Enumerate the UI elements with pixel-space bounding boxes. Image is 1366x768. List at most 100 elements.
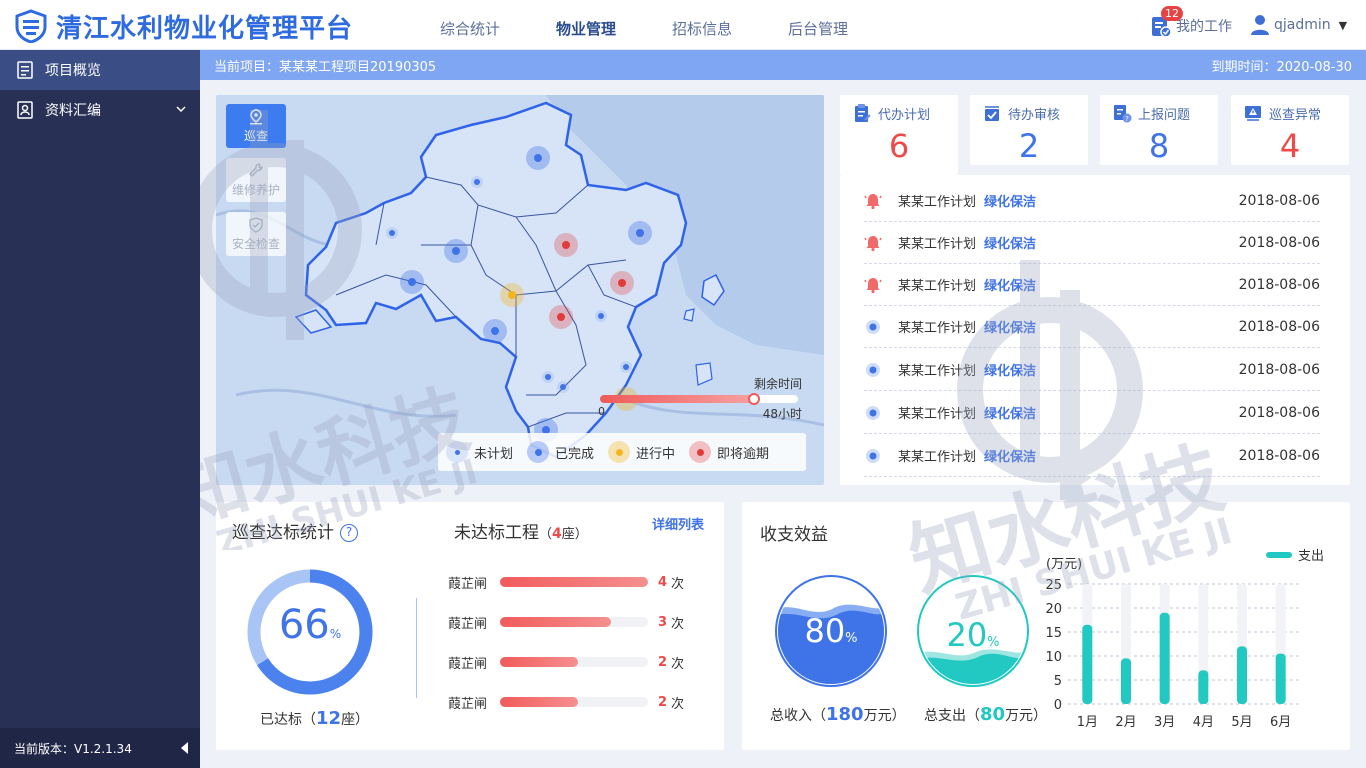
task-row[interactable]: 某某工作计划 绿化保洁 2018-08-06 (864, 264, 1320, 306)
stat-card-pending-review[interactable]: 待办审核 2 (970, 95, 1088, 165)
legend-item-completed: 已完成 (527, 441, 594, 463)
income-label-prefix: 总收入（ (770, 708, 826, 724)
task-row[interactable]: 某某工作计划 绿化保洁 2018-08-06 (864, 306, 1320, 348)
detail-list-link[interactable]: 详细列表 (652, 514, 704, 533)
task-tag: 绿化保洁 (984, 450, 1037, 465)
status-dot-icon (864, 361, 882, 379)
map-tool-label: 安全检查 (231, 236, 280, 251)
user-menu[interactable]: qjadmin ▼ (1250, 14, 1347, 36)
expense-bar-chart: (万元) 支出 25 20 15 10 5 0 1月 2月 3月 4月 5月 6月 (1045, 549, 1324, 730)
map-tool-group: 巡查 维修养护 安全检查 (226, 104, 286, 266)
user-menu-caret-icon: ▼ (1338, 18, 1348, 32)
income-total: 总收入（180万元） (770, 704, 906, 725)
sidebar: 项目概览 资料汇编 当前版本：V1.2.1.34 (0, 50, 200, 768)
task-name: 某某工作计划 (898, 237, 977, 252)
x-tick-label: 5月 (1231, 715, 1252, 730)
nav-bidding-info[interactable]: 招标信息 (672, 18, 732, 39)
remaining-time-knob[interactable] (748, 393, 761, 405)
bar-count: 4 (658, 574, 668, 590)
status-dot-icon (864, 447, 882, 465)
map-tool-label: 维修养护 (231, 182, 280, 197)
stat-card-patrol-anomalies[interactable]: 巡查异常 4 (1231, 95, 1349, 165)
sidebar-item-document-compilation[interactable]: 资料汇编 (0, 90, 200, 130)
task-name: 某某工作计划 (898, 321, 977, 336)
income-percent-unit: % (845, 631, 858, 646)
unreached-title-text: 未达标工程 (454, 523, 539, 543)
finance-title: 收支效益 (760, 525, 828, 545)
region-map[interactable] (216, 95, 824, 485)
unreached-bar-row: 葭芷闸 2 次 (448, 652, 698, 672)
remaining-time-start: 0 (598, 405, 605, 418)
map-tool-safety-check[interactable]: 安全检查 (226, 212, 286, 256)
stat-value: 2 (1018, 127, 1040, 165)
x-tick-label: 3月 (1154, 715, 1175, 730)
my-work-label: 我的工作 (1176, 19, 1232, 35)
task-row[interactable]: 某某工作计划 绿化保洁 2018-08-06 (864, 180, 1320, 222)
reached-prefix: 已达标（ (260, 712, 316, 728)
unreached-count: 4 (552, 526, 562, 542)
task-name: 某某工作计划 (898, 279, 977, 294)
remaining-time-slider[interactable]: 剩余时间 0 48小时 (596, 373, 816, 423)
shield-icon (249, 216, 263, 233)
patrol-stats-title-text: 巡查达标统计 (232, 523, 334, 543)
stat-value: 8 (1148, 127, 1170, 165)
task-row[interactable]: 某某工作计划 绿化保洁 2018-08-06 (864, 222, 1320, 264)
alarm-bell-icon (864, 234, 882, 252)
collapse-sidebar-arrow-icon[interactable] (181, 742, 188, 754)
nav-backend-management[interactable]: 后台管理 (788, 18, 848, 39)
legend-label: 未计划 (474, 446, 514, 462)
map-tool-patrol[interactable]: 巡查 (226, 104, 286, 148)
expense-percent: 20% (916, 616, 1030, 654)
reached-count-value: 12 (316, 708, 342, 729)
task-tag: 绿化保洁 (984, 407, 1037, 422)
bar-track (500, 577, 648, 587)
main-nav: 综合统计 物业管理 招标信息 后台管理 (440, 18, 904, 39)
current-project: 当前项目：某某某工程项目20190305 (214, 59, 437, 75)
task-date: 2018-08-06 (1238, 361, 1320, 378)
bar-label: 葭芷闸 (448, 656, 488, 672)
stat-card-pending-plans[interactable]: 代办计划 6 (840, 95, 958, 175)
chevron-down-icon (176, 106, 186, 113)
task-date: 2018-08-06 (1238, 404, 1320, 421)
y-tick-label: 25 (1045, 578, 1062, 593)
remaining-time-end: 48小时 (762, 407, 802, 421)
task-date: 2018-08-06 (1238, 447, 1320, 464)
task-name: 某某工作计划 (898, 195, 977, 210)
sidebar-item-label: 项目概览 (45, 63, 101, 79)
bar-label: 葭芷闸 (448, 576, 488, 592)
task-row[interactable]: 某某工作计划 绿化保洁 2018-08-06 (864, 435, 1320, 477)
map-tool-maintenance[interactable]: 维修养护 (226, 158, 286, 202)
stat-value: 6 (888, 127, 910, 165)
bar-count: 3 (658, 614, 668, 630)
bar-label: 葭芷闸 (448, 696, 488, 712)
plan-icon (855, 104, 871, 122)
nav-property-management[interactable]: 物业管理 (556, 18, 616, 39)
location-pin-icon (250, 108, 262, 124)
bar-fill (500, 577, 648, 587)
legend-dot-icon (608, 441, 631, 463)
sidebar-item-project-overview[interactable]: 项目概览 (0, 50, 200, 90)
patrol-stats-panel: 巡查达标统计? 66% 已达标（12座） 未达标工程（4座） 详细列表 葭芷闸 … (216, 502, 724, 750)
help-icon[interactable]: ? (340, 524, 358, 542)
nav-comprehensive-stats[interactable]: 综合统计 (440, 18, 500, 39)
project-bar: 当前项目：某某某工程项目20190305 到期时间：2020-08-30 (200, 50, 1366, 80)
my-work-badge: 12 (1161, 6, 1183, 21)
y-tick-label: 15 (1045, 626, 1062, 641)
alarm-bell-icon (864, 192, 882, 210)
warning-icon (1245, 106, 1261, 121)
stat-card-reported-issues[interactable]: ? 上报问题 8 (1100, 95, 1218, 165)
bar-count: 2 (658, 694, 668, 710)
question-icon: ? (1114, 105, 1132, 123)
my-work-button[interactable]: 12 我的工作 (1150, 6, 1232, 38)
task-name: 某某工作计划 (898, 407, 977, 422)
bar-fill (500, 697, 579, 707)
bar (1159, 612, 1170, 704)
expense-label-prefix: 总支出（ (924, 708, 980, 724)
task-date: 2018-08-06 (1238, 276, 1320, 293)
y-tick-label: 0 (1054, 698, 1062, 713)
stat-label: 巡查异常 (1269, 107, 1322, 123)
income-label-suffix: 万元） (863, 708, 906, 724)
task-row[interactable]: 某某工作计划 绿化保洁 2018-08-06 (864, 349, 1320, 391)
bar (1121, 658, 1131, 704)
task-row[interactable]: 某某工作计划 绿化保洁 2018-08-06 (864, 392, 1320, 434)
